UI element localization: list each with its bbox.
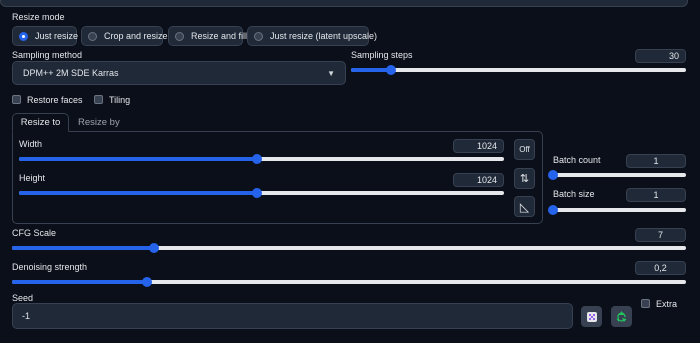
radio-unselected-icon [88, 31, 97, 41]
radio-label: Crop and resize [104, 31, 168, 41]
radio-resize-and-fill[interactable]: Resize and fill [168, 26, 247, 46]
dice-icon [586, 311, 597, 322]
cfg-scale-input[interactable]: 7 [635, 228, 686, 242]
tiling-checkbox[interactable] [94, 95, 103, 104]
radio-crop-and-resize[interactable]: Crop and resize [81, 26, 168, 46]
off-button[interactable]: Off [514, 139, 535, 160]
radio-unselected-icon [254, 31, 263, 41]
tab-resize-to[interactable]: Resize to [12, 113, 69, 132]
sampling-steps-input[interactable]: 30 [635, 49, 686, 63]
tiling-label: Tiling [109, 95, 131, 105]
random-seed-button[interactable] [581, 306, 602, 327]
height-input[interactable]: 1024 [453, 173, 504, 187]
cfg-scale-slider[interactable] [12, 243, 686, 253]
slider-thumb[interactable] [251, 188, 262, 198]
batch-size-slider[interactable] [548, 205, 686, 215]
cfg-scale-label: CFG Scale [12, 228, 57, 238]
seed-label: Seed [12, 293, 34, 303]
seed-value: -1 [22, 311, 31, 321]
extra-checkbox[interactable] [641, 299, 650, 308]
tab-resize-by[interactable]: Resize by [78, 113, 120, 132]
slider-thumb[interactable] [548, 205, 558, 215]
restore-faces-checkbox[interactable] [12, 95, 21, 104]
recycle-icon [616, 311, 627, 322]
width-label: Width [19, 139, 43, 149]
batch-count-label: Batch count [553, 155, 601, 165]
radio-unselected-icon [175, 31, 184, 41]
extra-label: Extra [656, 299, 678, 309]
radio-label: Just resize [35, 31, 79, 41]
sampling-method-label: Sampling method [12, 50, 83, 60]
resize-mode-label: Resize mode [12, 12, 65, 22]
slider-thumb[interactable] [141, 277, 152, 287]
batch-size-label: Batch size [553, 189, 595, 199]
slider-thumb[interactable] [386, 65, 397, 75]
sampling-steps-slider[interactable] [351, 65, 686, 75]
batch-size-input[interactable]: 1 [626, 188, 686, 202]
sampling-method-dropdown[interactable]: DPM++ 2M SDE Karras ▼ [12, 61, 346, 85]
ruler-triangle-icon: ◺ [519, 199, 530, 214]
radio-just-resize[interactable]: Just resize [12, 26, 79, 46]
radio-just-resize-latent[interactable]: Just resize (latent upscale) [247, 26, 377, 46]
denoising-strength-label: Denoising strength [12, 262, 88, 272]
denoising-strength-slider[interactable] [12, 277, 686, 287]
radio-label: Just resize (latent upscale) [270, 31, 378, 41]
batch-count-input[interactable]: 1 [626, 154, 686, 168]
height-slider[interactable] [19, 188, 504, 198]
restore-faces-label: Restore faces [27, 95, 83, 105]
chevron-down-icon: ▼ [327, 68, 335, 78]
seed-input[interactable]: -1 [12, 303, 573, 329]
aspect-ratio-button[interactable]: ◺ [514, 196, 535, 217]
swap-dimensions-button[interactable]: ⇅ [514, 168, 535, 189]
slider-thumb[interactable] [148, 243, 159, 253]
sampling-steps-label: Sampling steps [351, 50, 413, 60]
slider-thumb[interactable] [251, 154, 262, 164]
slider-thumb[interactable] [548, 170, 558, 180]
width-input[interactable]: 1024 [453, 139, 504, 153]
swap-icon: ⇅ [519, 173, 530, 185]
denoising-strength-input[interactable]: 0,2 [635, 261, 686, 275]
batch-count-slider[interactable] [548, 170, 686, 180]
sampling-method-value: DPM++ 2M SDE Karras [23, 68, 119, 78]
reuse-seed-button[interactable] [611, 306, 632, 327]
radio-label: Resize and fill [191, 31, 248, 41]
previous-panel-edge [0, 0, 688, 7]
width-slider[interactable] [19, 154, 504, 164]
radio-selected-icon [19, 31, 28, 41]
height-label: Height [19, 173, 46, 183]
